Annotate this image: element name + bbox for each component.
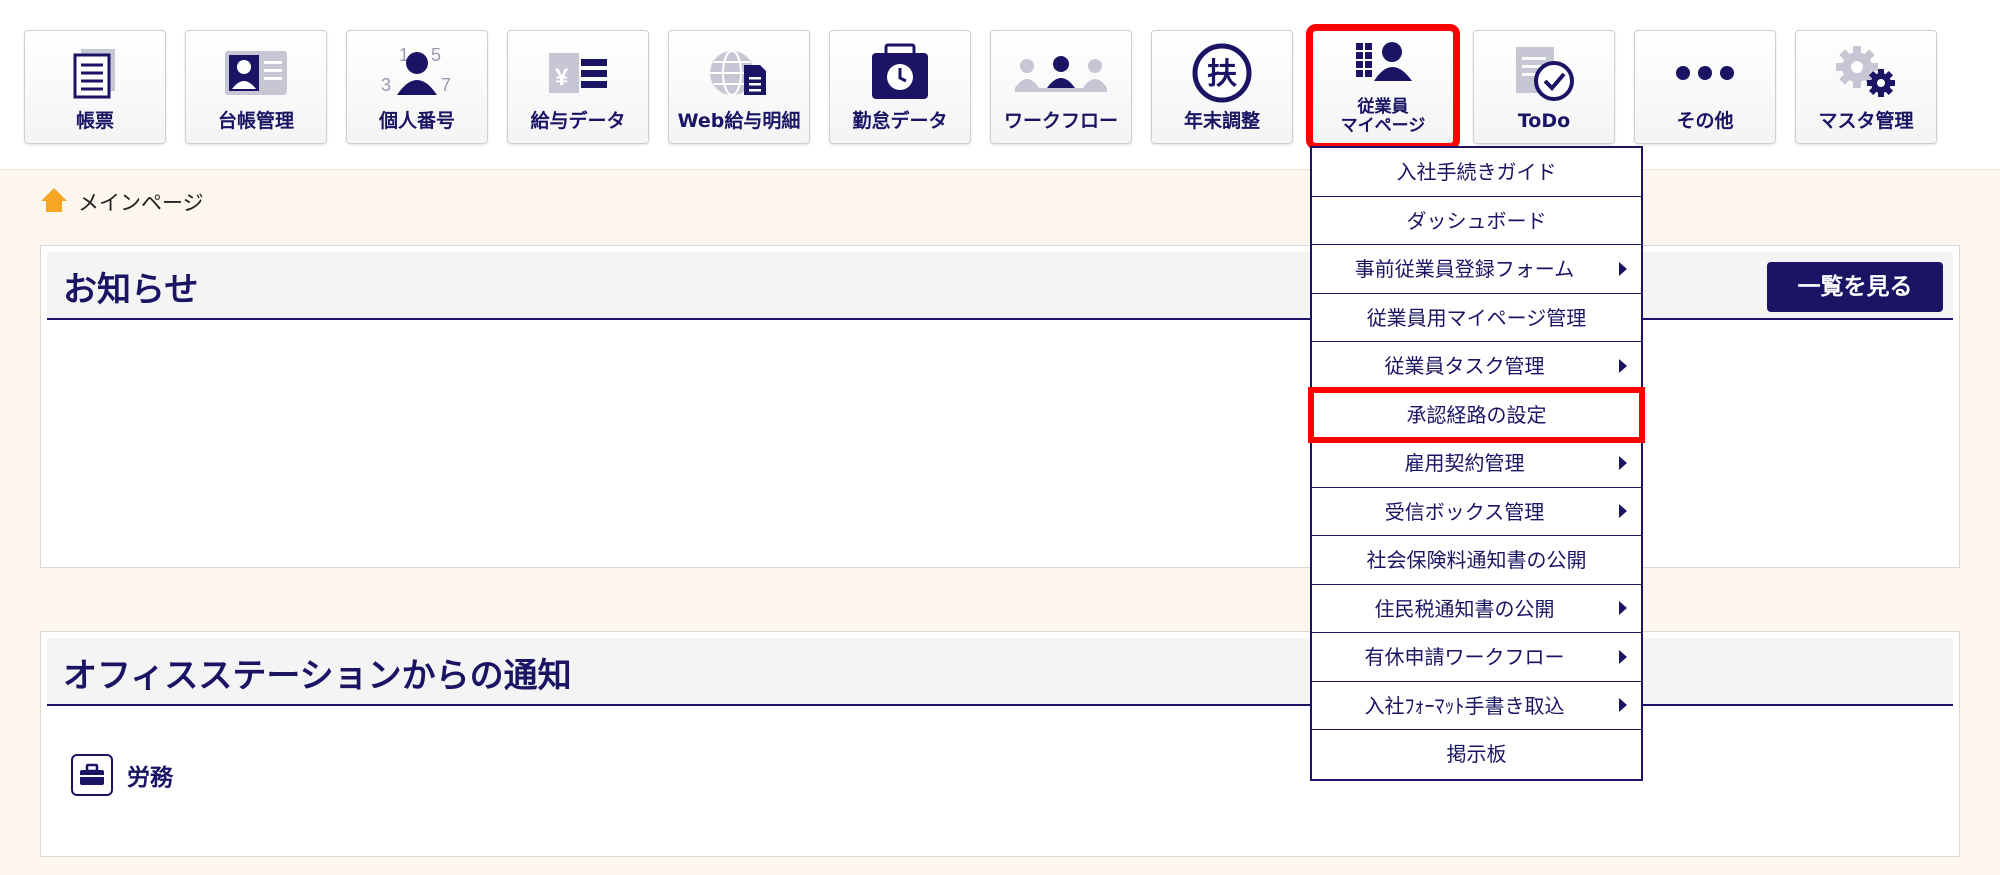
submenu-arrow-icon (1619, 504, 1627, 519)
nav-button-ledger[interactable]: 台帳管理 (185, 30, 327, 144)
submenu-arrow-icon (1619, 261, 1627, 276)
notice-panel-header: お知らせ 一覧を見る (47, 252, 1953, 320)
menu-item-handwritten-import[interactable]: 入社ﾌｫｰﾏｯﾄ手書き取込 (1312, 682, 1641, 730)
menu-item-approval-route-settings[interactable]: 承認経路の設定 (1308, 386, 1645, 443)
nav-label: 台帳管理 (217, 110, 294, 133)
top-navigation: 帳票 台帳管理 1 5 3 7 個人番号 ¥ 給与データ Web給与明細 勤怠デ… (0, 0, 2000, 170)
notice-panel: お知らせ 一覧を見る (40, 245, 1960, 568)
nav-label: 給与データ (530, 110, 626, 133)
category-label: 労務 (127, 765, 173, 791)
menu-item-bulletin-board[interactable]: 掲示板 (1312, 730, 1641, 779)
nav-button-personal-number[interactable]: 1 5 3 7 個人番号 (346, 30, 488, 144)
yen-list-icon: ¥ (508, 41, 648, 105)
nav-button-workflow[interactable]: ワークフロー (990, 30, 1132, 144)
person-number-icon: 1 5 3 7 (347, 41, 487, 105)
breadcrumb: メインページ (40, 186, 204, 218)
nav-label: 勤怠データ (852, 110, 948, 133)
nav-button-todo[interactable]: ToDo (1473, 30, 1615, 144)
svg-text:7: 7 (441, 75, 451, 95)
people-flow-icon (991, 41, 1131, 105)
nav-button-attendance-data[interactable]: 勤怠データ (829, 30, 971, 144)
ellipsis-icon (1635, 41, 1775, 105)
nav-label: Web給与明細 (677, 110, 801, 133)
menu-item-paid-leave-workflow[interactable]: 有休申請ワークフロー (1312, 633, 1641, 682)
submenu-arrow-icon (1619, 455, 1627, 470)
office-station-panel: オフィスステーションからの通知 労務 (40, 631, 1960, 857)
submenu-arrow-icon (1619, 358, 1627, 373)
nav-label: ToDo (1517, 110, 1571, 133)
menu-item-inbox-management[interactable]: 受信ボックス管理 (1312, 488, 1641, 536)
timecard-clock-icon (830, 41, 970, 105)
svg-text:5: 5 (431, 45, 441, 65)
nav-label: マスタ管理 (1818, 110, 1914, 133)
employee-mypage-icon (1313, 39, 1453, 85)
home-icon[interactable] (40, 186, 68, 219)
globe-document-icon (669, 41, 809, 105)
nav-label: 年末調整 (1183, 110, 1260, 133)
menu-item-dashboard[interactable]: ダッシュボード (1312, 197, 1641, 245)
nav-label: ワークフロー (1003, 110, 1118, 133)
submenu-arrow-icon (1619, 649, 1627, 664)
nav-label: その他 (1676, 110, 1734, 133)
nav-button-other[interactable]: その他 (1634, 30, 1776, 144)
todo-check-icon (1474, 41, 1614, 105)
nav-button-forms[interactable]: 帳票 (24, 30, 166, 144)
submenu-arrow-icon (1619, 698, 1627, 713)
office-title: オフィスステーションからの通知 (63, 656, 572, 696)
menu-item-resident-tax-notice[interactable]: 住民税通知書の公開 (1312, 585, 1641, 633)
nav-button-year-end-adjustment[interactable]: 扶 年末調整 (1151, 30, 1293, 144)
office-panel-header: オフィスステーションからの通知 (47, 638, 1953, 706)
menu-item-onboarding-guide[interactable]: 入社手続きガイド (1312, 148, 1641, 197)
menu-item-employment-contract[interactable]: 雇用契約管理 (1312, 439, 1641, 488)
document-stack-icon (25, 41, 165, 105)
briefcase-icon (71, 754, 113, 796)
menu-item-social-insurance-notice[interactable]: 社会保険料通知書の公開 (1312, 536, 1641, 585)
nav-button-payroll-data[interactable]: ¥ 給与データ (507, 30, 649, 144)
svg-text:¥: ¥ (555, 64, 569, 91)
nav-label: 従業員 マイページ (1340, 96, 1426, 137)
nav-label: 個人番号 (378, 110, 455, 133)
breadcrumb-main-page[interactable]: メインページ (78, 187, 204, 217)
svg-text:3: 3 (381, 75, 391, 95)
nav-button-web-payslip[interactable]: Web給与明細 (668, 30, 810, 144)
nav-button-master-settings[interactable]: マスタ管理 (1795, 30, 1937, 144)
submenu-arrow-icon (1619, 601, 1627, 616)
category-labor[interactable]: 労務 (71, 754, 173, 796)
menu-item-task-management[interactable]: 従業員タスク管理 (1312, 342, 1641, 391)
circled-fu-icon: 扶 (1152, 41, 1292, 105)
notice-title: お知らせ (63, 270, 199, 310)
nav-label: 帳票 (75, 110, 114, 133)
id-card-icon (186, 41, 326, 105)
view-all-button[interactable]: 一覧を見る (1767, 262, 1943, 312)
employee-mypage-dropdown: 入社手続きガイド ダッシュボード 事前従業員登録フォーム 従業員用マイページ管理… (1308, 146, 1645, 781)
svg-text:扶: 扶 (1207, 57, 1237, 92)
menu-item-mypage-management[interactable]: 従業員用マイページ管理 (1312, 294, 1641, 342)
menu-item-pre-registration-form[interactable]: 事前従業員登録フォーム (1312, 245, 1641, 294)
gears-icon (1796, 41, 1936, 105)
nav-button-employee-mypage[interactable]: 従業員 マイページ (1306, 24, 1460, 150)
